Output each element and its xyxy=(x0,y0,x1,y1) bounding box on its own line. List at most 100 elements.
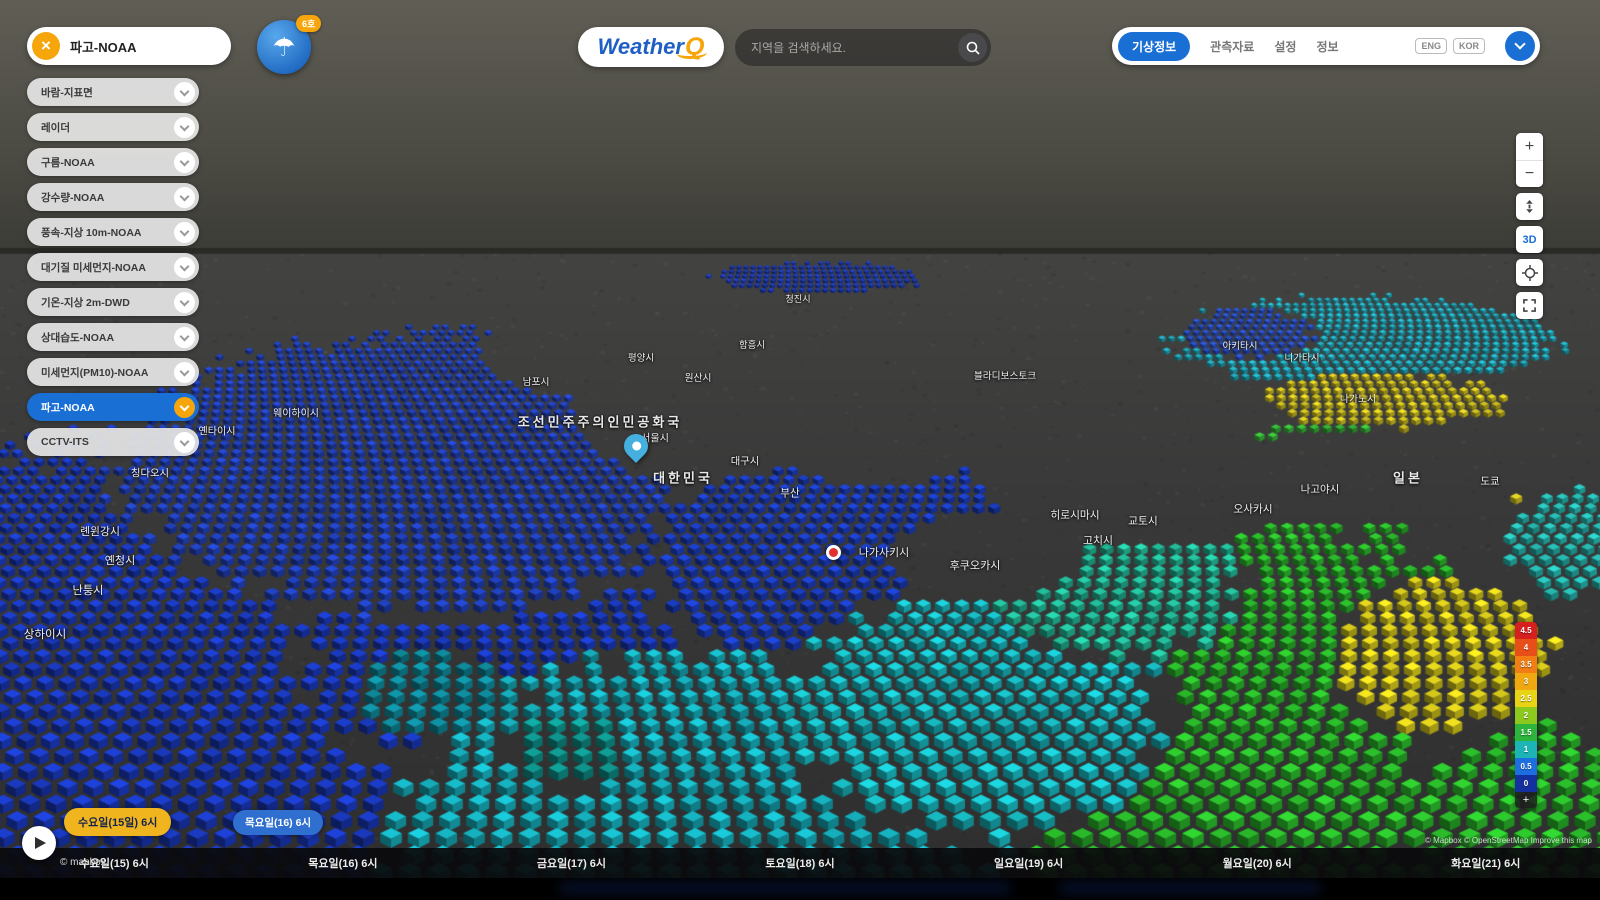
fullscreen-button[interactable] xyxy=(1516,292,1543,319)
play-icon xyxy=(35,837,46,849)
layer-item-label: 강수량-NOAA xyxy=(41,191,105,204)
nav-tab-1[interactable]: 기상정보 xyxy=(1118,31,1191,61)
strip-glow xyxy=(560,882,1010,894)
lang-button-eng[interactable]: ENG xyxy=(1415,38,1447,54)
target-icon xyxy=(1521,264,1538,281)
mapbox-attribution[interactable]: © mapbox xyxy=(60,857,106,868)
umbrella-icon: ☂ xyxy=(272,31,296,62)
layer-item-label: 풍속-지상 10m-NOAA xyxy=(41,226,142,239)
layer-item-10[interactable]: 파고-NOAA xyxy=(27,393,199,421)
chevron-down-icon xyxy=(174,186,195,208)
timeline-tick-5[interactable]: 일요일(19) 6시 xyxy=(914,848,1143,878)
wave-height-legend: 4.5 4 3.5 3 2.5 2 1.5 1 0.5 0 + xyxy=(1515,622,1537,808)
zoom-out-button[interactable]: − xyxy=(1516,160,1543,187)
selected-time-pill[interactable]: 목요일(16) 6시 xyxy=(233,810,324,835)
alert-badge: 6호 xyxy=(296,15,322,32)
lang-button-kor[interactable]: KOR xyxy=(1453,38,1485,54)
nav-tab-4[interactable]: 정보 xyxy=(1316,38,1338,55)
logo-text-weather: Weather xyxy=(597,34,684,59)
layer-item-5[interactable]: 풍속-지상 10m-NOAA xyxy=(27,218,199,246)
lang-buttons: ENG KOR xyxy=(1415,38,1485,54)
bottom-strip xyxy=(0,878,1600,900)
layer-item-label: 파고-NOAA xyxy=(41,401,95,414)
map-controls: + − 3D xyxy=(1516,133,1543,319)
chevron-down-icon xyxy=(174,396,195,418)
layer-item-label: 레이더 xyxy=(41,121,70,134)
tilt-icon xyxy=(1526,200,1533,213)
magnifier-icon xyxy=(966,41,980,55)
layer-item-label: 미세먼지(PM10)-NOAA xyxy=(41,366,149,379)
layer-item-11[interactable]: CCTV-ITS xyxy=(27,428,199,456)
timeline-tick-3[interactable]: 금요일(17) 6시 xyxy=(457,848,686,878)
legend-expand-button[interactable]: + xyxy=(1515,792,1537,808)
legend-cell: 0.5 xyxy=(1515,758,1537,775)
search-bar xyxy=(735,29,991,66)
layer-item-9[interactable]: 미세먼지(PM10)-NOAA xyxy=(27,358,199,386)
location-pin[interactable] xyxy=(619,429,653,468)
search-input[interactable] xyxy=(751,40,958,55)
fullscreen-icon xyxy=(1523,299,1536,312)
legend-cell: 1.5 xyxy=(1515,724,1537,741)
selected-layer-header: × 파고-NOAA xyxy=(27,27,231,65)
chevron-down-icon xyxy=(174,361,195,383)
layer-item-4[interactable]: 강수량-NOAA xyxy=(27,183,199,211)
selected-layer-label: 파고-NOAA xyxy=(70,39,137,55)
legend-cell: 2.5 xyxy=(1515,690,1537,707)
search-button[interactable] xyxy=(958,33,987,62)
chevron-down-icon xyxy=(174,256,195,278)
chevron-down-icon xyxy=(174,326,195,348)
chevron-down-icon xyxy=(174,221,195,243)
chevron-down-icon xyxy=(1514,38,1526,50)
zoom-controls: + − xyxy=(1516,133,1543,187)
osm-attribution[interactable]: © Mapbox © OpenStreetMap Improve this ma… xyxy=(1425,836,1592,845)
nav-tabs: 기상정보 관측자료 설정 정보 xyxy=(1118,31,1339,61)
layer-item-2[interactable]: 레이더 xyxy=(27,113,199,141)
layer-item-1[interactable]: 바람-지표면 xyxy=(27,78,199,106)
chevron-down-icon xyxy=(174,151,195,173)
current-time-pill[interactable]: 수요일(15일) 6시 xyxy=(64,808,172,836)
timeline-tick-4[interactable]: 토요일(18) 6시 xyxy=(686,848,915,878)
close-icon[interactable]: × xyxy=(32,32,60,60)
chevron-down-icon xyxy=(174,431,195,453)
legend-cell: 3 xyxy=(1515,673,1537,690)
layer-item-label: 상대습도-NOAA xyxy=(41,331,115,344)
nav-tab-3[interactable]: 설정 xyxy=(1274,38,1296,55)
timeline-tick-7[interactable]: 화요일(21) 6시 xyxy=(1371,848,1600,878)
legend-cell: 0 xyxy=(1515,775,1537,792)
timeline-tick-2[interactable]: 목요일(16) 6시 xyxy=(229,848,458,878)
layer-item-label: 구름-NOAA xyxy=(41,156,95,169)
legend-scale: 4.5 4 3.5 3 2.5 2 1.5 1 0.5 0 xyxy=(1515,622,1537,792)
geolocate-button[interactable] xyxy=(1516,259,1543,286)
pin-icon xyxy=(619,429,653,463)
layer-item-label: 대기질 미세먼지-NOAA xyxy=(41,261,146,274)
play-button[interactable] xyxy=(22,826,56,860)
strip-glow xyxy=(1060,882,1320,894)
nav-tab-2[interactable]: 관측자료 xyxy=(1210,38,1254,55)
layer-item-label: 바람-지표면 xyxy=(41,86,93,99)
zoom-in-button[interactable]: + xyxy=(1516,133,1543,160)
legend-cell: 4 xyxy=(1515,639,1537,656)
timeline-bar: 수요일(15) 6시 목요일(16) 6시 금요일(17) 6시 토요일(18) 6시… xyxy=(0,848,1600,878)
map-3d-view[interactable] xyxy=(0,0,1600,900)
layer-item-6[interactable]: 대기질 미세먼지-NOAA xyxy=(27,253,199,281)
layer-list: 바람-지표면레이더구름-NOAA 강수량-NOAA 풍속-지상 10m-NOAA 대기… xyxy=(27,78,199,456)
chevron-down-icon xyxy=(174,81,195,103)
layer-item-8[interactable]: 상대습도-NOAA xyxy=(27,323,199,351)
red-dot-marker xyxy=(826,545,841,560)
legend-cell: 3.5 xyxy=(1515,656,1537,673)
layer-item-label: 기온-지상 2m-DWD xyxy=(41,296,130,309)
timeline-tick-6[interactable]: 월요일(20) 6시 xyxy=(1143,848,1372,878)
logo-text-q: Q xyxy=(676,32,708,61)
legend-cell: 4.5 xyxy=(1515,622,1537,639)
chevron-down-icon xyxy=(174,291,195,313)
legend-cell: 1 xyxy=(1515,741,1537,758)
mode-3d-button[interactable]: 3D xyxy=(1516,226,1543,253)
layer-item-7[interactable]: 기온-지상 2m-DWD xyxy=(27,288,199,316)
legend-cell: 2 xyxy=(1515,707,1537,724)
top-nav: 기상정보 관측자료 설정 정보 ENG KOR xyxy=(1112,27,1540,65)
chevron-down-icon xyxy=(174,116,195,138)
layer-item-3[interactable]: 구름-NOAA xyxy=(27,148,199,176)
nav-collapse-button[interactable] xyxy=(1505,31,1535,61)
tilt-button[interactable] xyxy=(1516,193,1543,220)
app-logo: Weather Q xyxy=(578,27,724,67)
